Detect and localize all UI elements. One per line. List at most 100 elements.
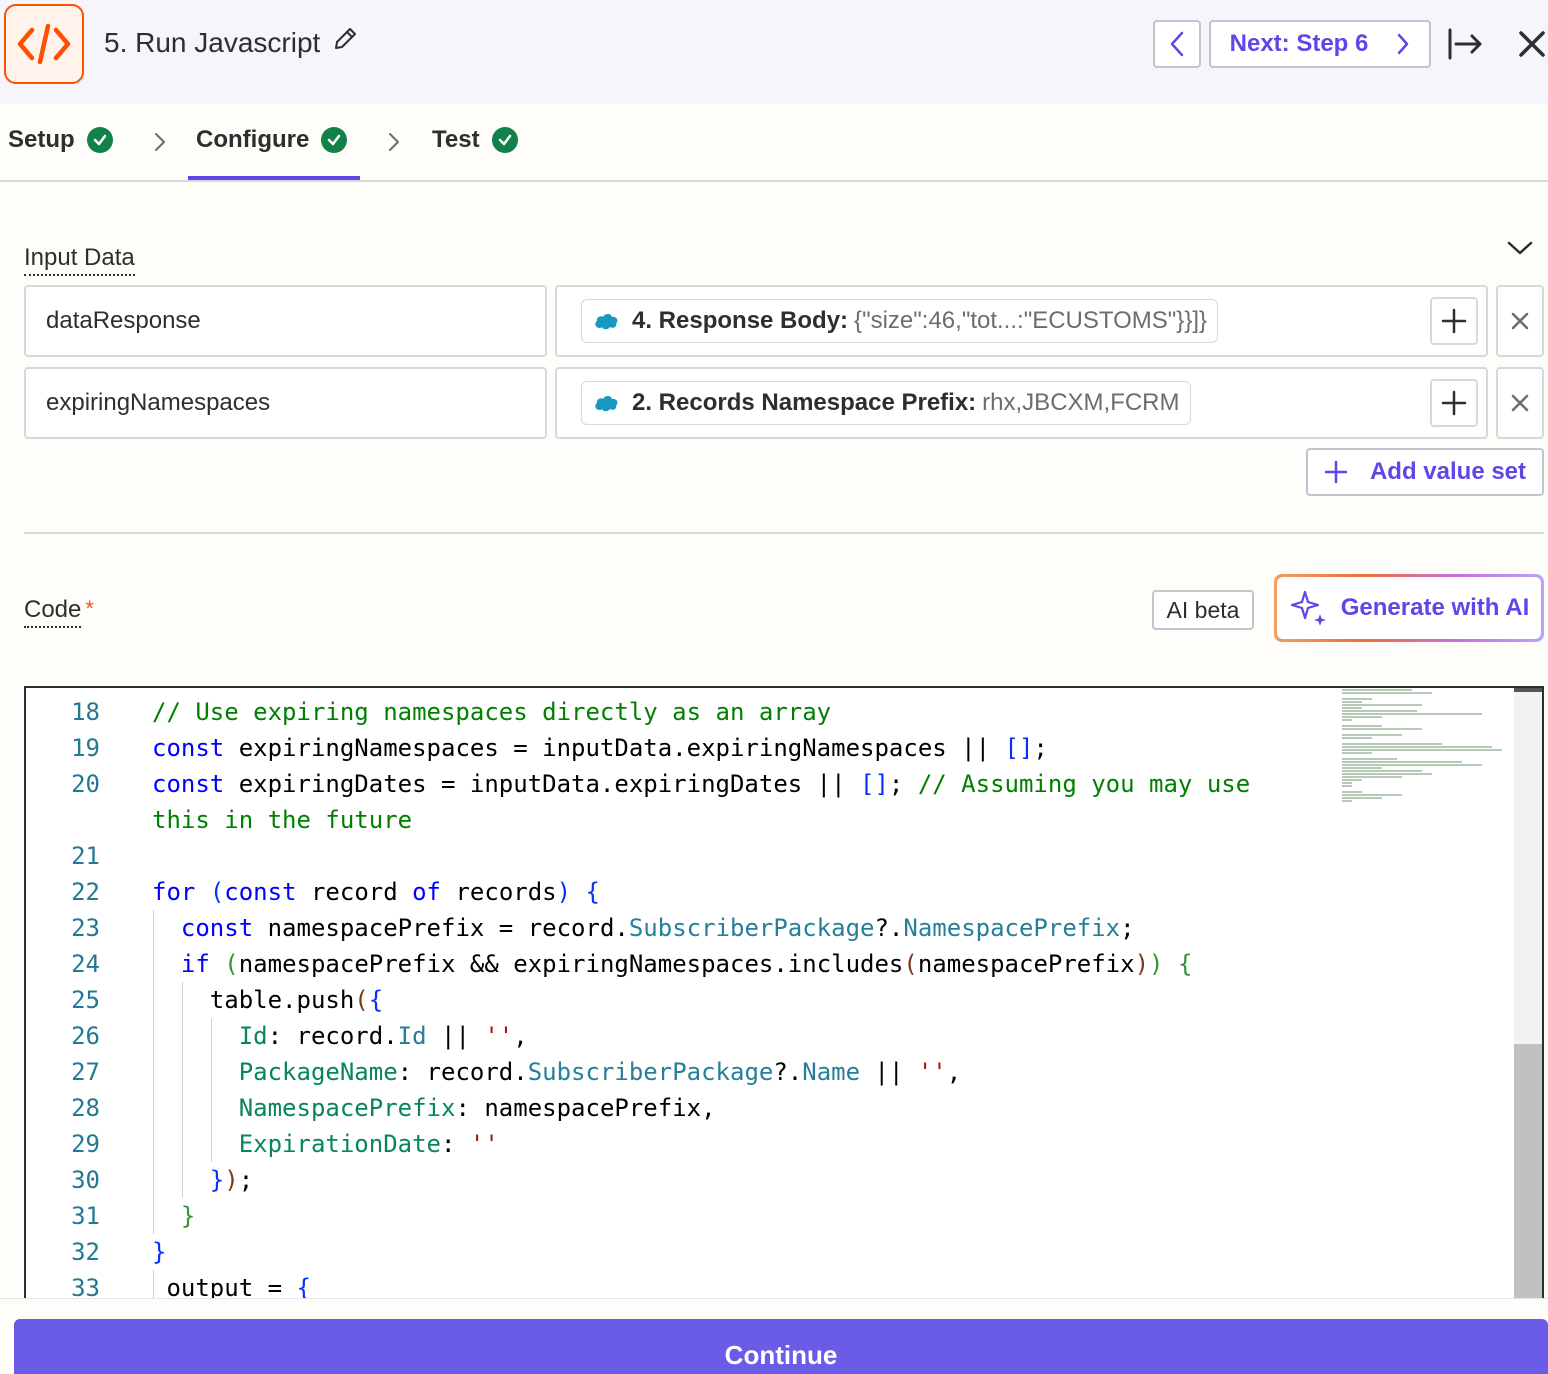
code-line: 20 const expiringDates = inputData.expiri…: [26, 766, 1346, 802]
code-editor[interactable]: 18// Use expiring namespaces directly as…: [24, 686, 1544, 1306]
code-line: 28 NamespacePrefix: namespacePrefix,: [26, 1090, 1346, 1126]
editor-scrollbar-thumb[interactable]: [1514, 1044, 1542, 1306]
arrow-to-right-icon: [1448, 28, 1482, 60]
code-line: 24 if (namespacePrefix && expiringNamesp…: [26, 946, 1346, 982]
scrollbar-top-marker: [1514, 688, 1542, 692]
remove-row-button[interactable]: [1496, 285, 1544, 357]
insert-data-button[interactable]: [1430, 379, 1478, 427]
input-key-value: dataResponse: [46, 307, 201, 334]
tab-test-label: Test: [432, 126, 480, 153]
line-number: 31: [71, 1202, 100, 1230]
code-line: 29 ExpirationDate: '': [26, 1126, 1346, 1162]
line-number: 30: [71, 1166, 100, 1194]
line-number: 18: [71, 698, 100, 726]
pill-field-name: 4. Response Body:: [632, 307, 849, 334]
code-line: 22 for (const record of records) {: [26, 874, 1346, 910]
section-divider: [24, 532, 1544, 534]
continue-button[interactable]: Continue: [14, 1319, 1548, 1374]
step-title-text: 5. Run Javascript: [104, 26, 321, 58]
close-button[interactable]: [1514, 26, 1548, 62]
collapse-panel-button[interactable]: [1446, 26, 1486, 62]
generate-with-ai-label: Generate with AI: [1340, 594, 1530, 621]
input-key-field[interactable]: expiringNamespaces: [24, 367, 547, 439]
indent-guide: [211, 1018, 212, 1162]
line-number: 19: [71, 734, 100, 762]
plus-icon: [1441, 390, 1467, 416]
tab-setup-label: Setup: [8, 126, 75, 153]
step-tabs: Setup Configure Test: [0, 104, 1548, 182]
tab-configure[interactable]: Configure: [196, 126, 348, 154]
active-tab-indicator: [188, 176, 360, 180]
code-minimap[interactable]: [1342, 688, 1512, 848]
input-data-label: Input Data: [24, 244, 135, 276]
code-app-icon: [4, 4, 84, 84]
line-number: 29: [71, 1130, 100, 1158]
chevron-left-icon: [1170, 31, 1184, 57]
line-number: 21: [71, 842, 100, 870]
edit-pencil-icon[interactable]: [332, 26, 358, 59]
next-step-button[interactable]: Next: Step 6: [1209, 20, 1431, 68]
input-data-toggle[interactable]: [1506, 238, 1534, 258]
code-field-label: Code *: [24, 596, 94, 628]
indent-guide: [182, 982, 183, 1198]
tab-setup[interactable]: Setup: [8, 126, 113, 154]
code-line: 23 const namespacePrefix = record.Subscr…: [26, 910, 1346, 946]
code-lines: 18// Use expiring namespaces directly as…: [26, 694, 1346, 1306]
footer: Continue: [0, 1298, 1548, 1374]
line-number: 22: [71, 878, 100, 906]
add-value-set-label: Add value set: [1369, 458, 1527, 485]
check-circle-icon: [491, 127, 518, 153]
code-line: 25 table.push({: [26, 982, 1346, 1018]
check-circle-icon: [86, 127, 113, 153]
insert-data-button[interactable]: [1430, 297, 1478, 345]
step-title: 5. Run Javascript: [104, 26, 358, 59]
close-icon: [1519, 31, 1545, 57]
code-line: 30 });: [26, 1162, 1346, 1198]
required-asterisk: *: [85, 596, 94, 621]
ai-beta-badge: AI beta: [1152, 590, 1254, 630]
step-header: 5. Run Javascript Next: Step 6: [0, 0, 1548, 104]
sparkle-icon: [1290, 590, 1326, 626]
indent-guide: [153, 910, 154, 1234]
pill-field-name: 2. Records Namespace Prefix:: [632, 389, 977, 416]
code-line: 18// Use expiring namespaces directly as…: [26, 694, 1346, 730]
previous-step-button[interactable]: [1153, 20, 1201, 68]
input-value-field[interactable]: 4. Response Body: {"size":46,"tot...:"EC…: [555, 285, 1488, 357]
line-number: 23: [71, 914, 100, 942]
line-number: 24: [71, 950, 100, 978]
tab-test[interactable]: Test: [432, 126, 518, 154]
code-line: 21: [26, 838, 1346, 874]
code-line: 32}: [26, 1234, 1346, 1270]
line-number: 25: [71, 986, 100, 1014]
plus-icon: [1324, 460, 1348, 484]
chevron-right-icon: [1398, 33, 1409, 55]
input-key-value: expiringNamespaces: [46, 389, 271, 416]
code-line: 19 const expiringNamespaces = inputData.e…: [26, 730, 1346, 766]
salesforce-cloud-icon: [595, 396, 618, 412]
check-circle-icon: [321, 127, 348, 153]
code-line: 27 PackageName: record.SubscriberPackage…: [26, 1054, 1346, 1090]
chevron-down-icon: [1507, 241, 1533, 255]
code-line: 31 }: [26, 1198, 1346, 1234]
line-number: 28: [71, 1094, 100, 1122]
input-value-field[interactable]: 2. Records Namespace Prefix: rhx,JBCXM,F…: [555, 367, 1488, 439]
mapped-field-pill[interactable]: 4. Response Body: {"size":46,"tot...:"EC…: [581, 299, 1219, 343]
close-icon: [1511, 312, 1529, 330]
chevron-right-icon: [155, 133, 165, 151]
line-number: 20: [71, 770, 100, 798]
code-line: 26 Id: record.Id || '',: [26, 1018, 1346, 1054]
code-line: this in the future: [152, 806, 413, 834]
add-value-set-button[interactable]: Add value set: [1306, 448, 1544, 496]
pill-field-value: {"size":46,"tot...:"ECUSTOMS"}}]}: [854, 307, 1208, 334]
remove-row-button[interactable]: [1496, 367, 1544, 439]
plus-icon: [1441, 308, 1467, 334]
code-label: Code: [24, 596, 82, 628]
line-number: 26: [71, 1022, 100, 1050]
mapped-field-pill[interactable]: 2. Records Namespace Prefix: rhx,JBCXM,F…: [581, 381, 1191, 425]
next-step-label: Next: Step 6: [1229, 30, 1369, 57]
generate-with-ai-button[interactable]: Generate with AI: [1274, 574, 1544, 642]
line-number: 27: [71, 1058, 100, 1086]
input-key-field[interactable]: dataResponse: [24, 285, 547, 357]
pill-field-value: rhx,JBCXM,FCRM: [982, 389, 1180, 416]
tab-configure-label: Configure: [196, 126, 310, 153]
